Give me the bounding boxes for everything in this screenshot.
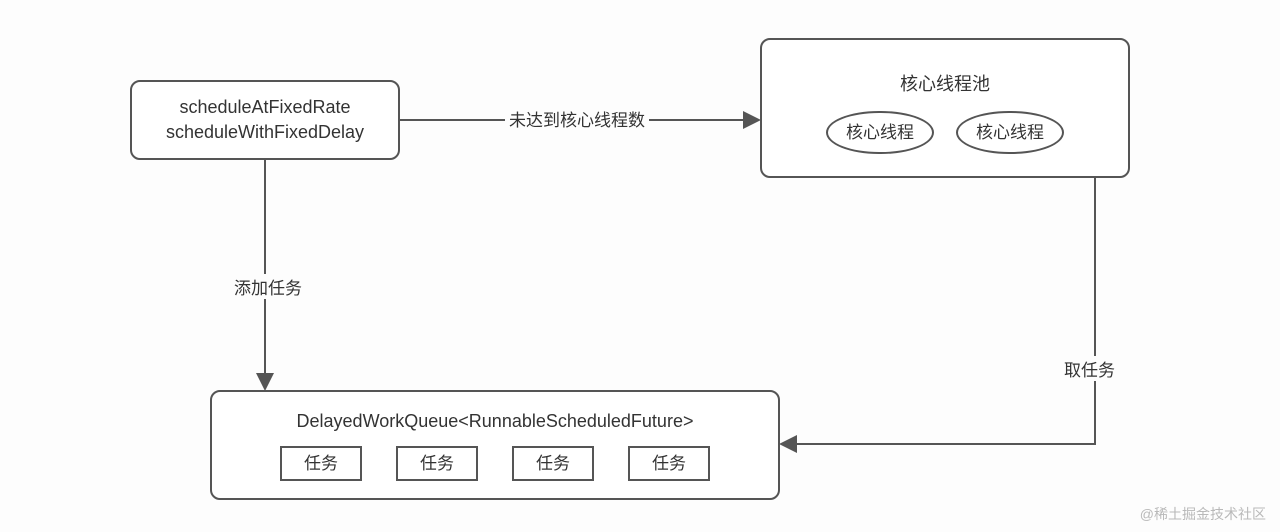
queue-row: 任务 任务 任务 任务: [280, 446, 710, 482]
task-box-1: 任务: [280, 446, 362, 482]
pool-row: 核心线程 核心线程: [826, 111, 1064, 155]
core-thread-1: 核心线程: [826, 111, 934, 155]
thread-pool-box: 核心线程池 核心线程 核心线程: [760, 38, 1130, 178]
core-thread-2: 核心线程: [956, 111, 1064, 155]
schedule-line2: scheduleWithFixedDelay: [166, 120, 364, 145]
queue-title: DelayedWorkQueue<RunnableScheduledFuture…: [297, 409, 694, 434]
queue-box: DelayedWorkQueue<RunnableScheduledFuture…: [210, 390, 780, 500]
edge-label-to-queue: 添加任务: [230, 274, 306, 299]
watermark: @稀土掘金技术社区: [1140, 504, 1266, 524]
schedule-line1: scheduleAtFixedRate: [179, 95, 350, 120]
schedule-box: scheduleAtFixedRate scheduleWithFixedDel…: [130, 80, 400, 160]
task-box-3: 任务: [512, 446, 594, 482]
edge-label-to-pool: 未达到核心线程数: [505, 106, 649, 131]
pool-title: 核心线程池: [900, 72, 990, 97]
edge-label-from-pool: 取任务: [1060, 356, 1119, 381]
task-box-2: 任务: [396, 446, 478, 482]
task-box-4: 任务: [628, 446, 710, 482]
